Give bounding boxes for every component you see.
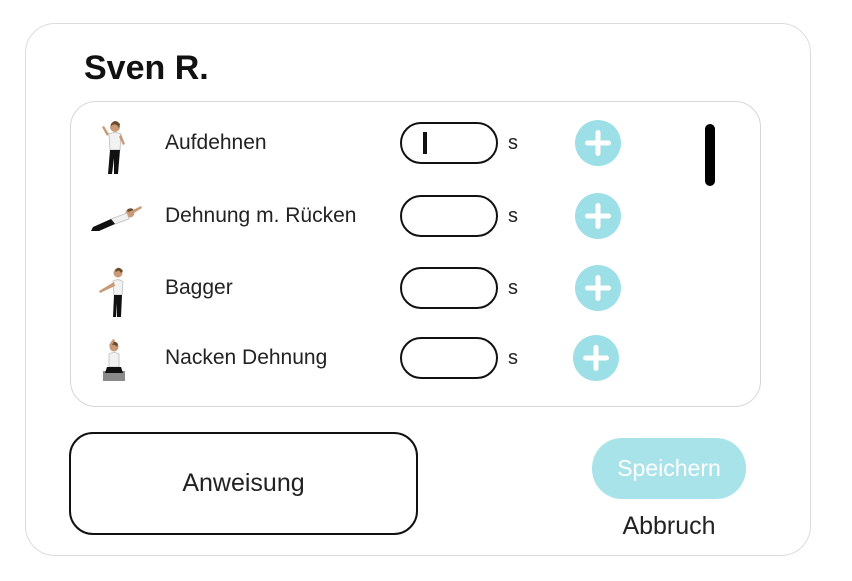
exercise-list: Aufdehnen s Dehnung m. Rücken s Bagger s… [70,101,761,407]
seconds-input[interactable] [400,195,498,237]
plus-icon [585,203,611,229]
seconds-unit: s [508,277,518,299]
exercise-label: Aufdehnen [165,131,267,154]
woman-lying-back-stretch-figure-icon [89,191,142,241]
list-item: Nacken Dehnung s [71,327,760,387]
cancel-button[interactable]: Abbruch [598,510,740,542]
plus-icon [585,275,611,301]
add-exercise-button[interactable] [573,335,619,381]
seconds-input[interactable] [400,267,498,309]
list-item: Dehnung m. Rücken s [71,185,760,245]
scrollbar[interactable] [705,124,715,186]
list-item: Bagger s [71,257,760,317]
exercise-label: Dehnung m. Rücken [165,204,357,227]
seconds-unit: s [508,347,518,369]
instructions-button[interactable]: Anweisung [69,432,418,535]
save-button[interactable]: Speichern [592,438,746,499]
seconds-unit: s [508,132,518,154]
text-cursor [423,132,427,154]
seconds-unit: s [508,205,518,227]
woman-standing-stretch-figure-icon [89,118,139,174]
seconds-input[interactable] [400,122,498,164]
exercise-label: Bagger [165,276,233,299]
plus-icon [585,130,611,156]
page-title: Sven R. [84,49,209,87]
plus-icon [583,345,609,371]
seconds-input[interactable] [400,337,498,379]
exercise-label: Nacken Dehnung [165,346,328,369]
add-exercise-button[interactable] [575,193,621,239]
list-item: Aufdehnen s [71,112,760,186]
add-exercise-button[interactable] [575,120,621,166]
woman-bending-arms-figure-icon [89,263,139,317]
add-exercise-button[interactable] [575,265,621,311]
woman-seated-neck-stretch-figure-icon [89,333,139,383]
